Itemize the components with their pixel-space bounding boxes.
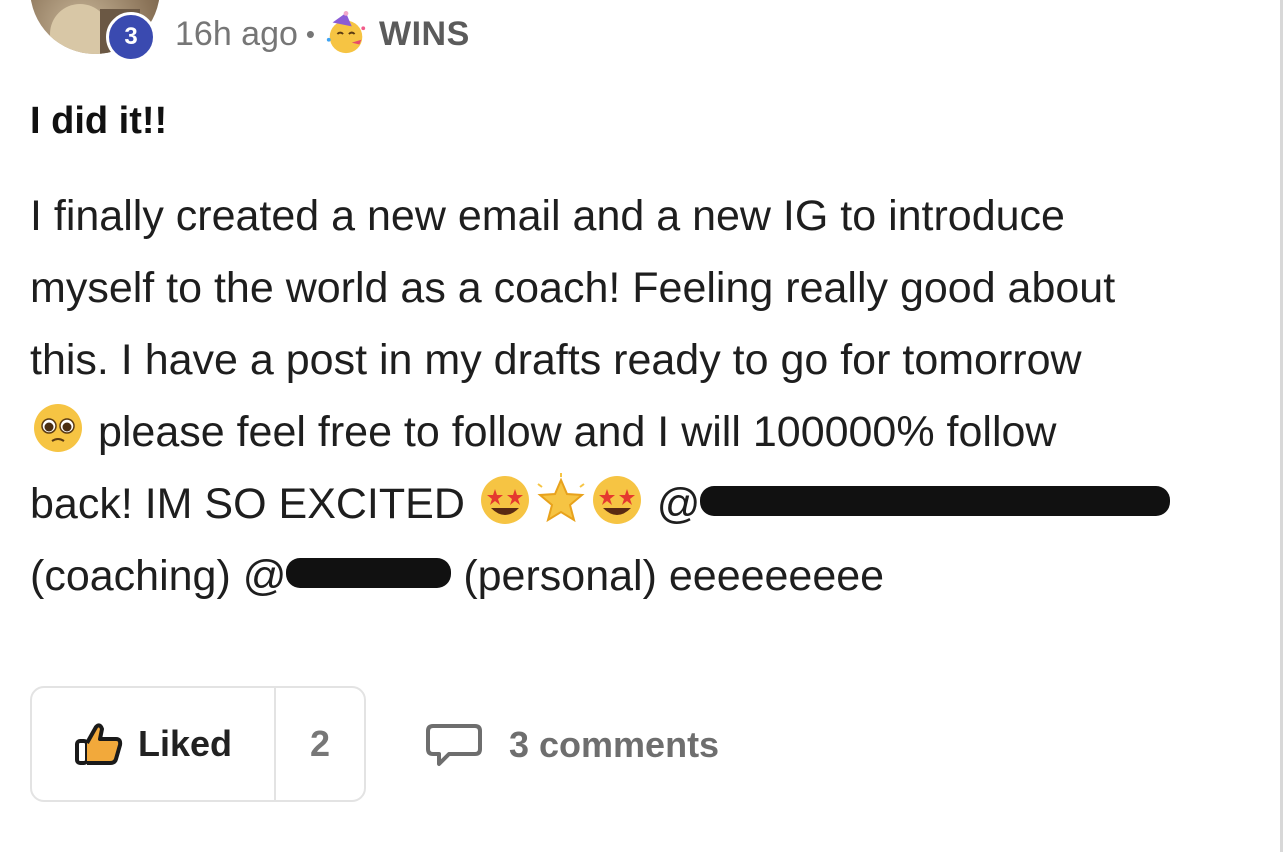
body-line-6b-text: (personal) eeeeeeeee bbox=[463, 552, 885, 600]
mention-coaching[interactable]: @ bbox=[657, 468, 1171, 540]
like-count[interactable]: 2 bbox=[276, 688, 364, 800]
like-group: Liked 2 bbox=[30, 686, 366, 802]
level-badge: 3 bbox=[106, 12, 156, 62]
comments-button[interactable]: 3 comments bbox=[425, 722, 719, 768]
comment-icon bbox=[426, 724, 482, 766]
post-card: 3 16h ago • WINS I did it!! I finally cr… bbox=[0, 0, 1283, 852]
star-struck-icon bbox=[480, 476, 529, 524]
redacted-handle bbox=[700, 486, 1171, 516]
body-line-4-text: please feel free to follow and I will 10… bbox=[97, 408, 1057, 456]
body-line-4: please feel free to follow and I will 10… bbox=[30, 396, 1260, 468]
post-time: 16h ago bbox=[175, 14, 298, 53]
body-line-6a-text: (coaching) bbox=[30, 552, 231, 600]
glowing-star-icon bbox=[537, 473, 585, 523]
body-line-2: myself to the world as a coach! Feeling … bbox=[30, 264, 1116, 312]
star-struck-icon bbox=[592, 476, 641, 524]
like-button[interactable]: Liked bbox=[32, 688, 276, 800]
post-title[interactable]: I did it!! bbox=[30, 100, 167, 143]
body-line-5: back! IM SO EXCITED @ bbox=[30, 468, 1260, 540]
mention-personal[interactable]: @ bbox=[243, 540, 452, 612]
post-meta: 16h ago • WINS bbox=[175, 11, 470, 56]
party-face-icon bbox=[326, 11, 366, 54]
meta-separator: • bbox=[305, 18, 316, 49]
post-body: I finally created a new email and a new … bbox=[30, 180, 1260, 612]
body-line-3: this. I have a post in my drafts ready t… bbox=[30, 336, 1082, 384]
mention-at: @ bbox=[656, 480, 701, 528]
thumbs-up-icon bbox=[74, 723, 123, 765]
comments-label: 3 comments bbox=[509, 724, 720, 765]
pleading-face-icon bbox=[34, 404, 82, 452]
mention-at: @ bbox=[242, 552, 287, 600]
redacted-handle bbox=[286, 558, 452, 588]
body-line-5-text: back! IM SO EXCITED bbox=[30, 480, 465, 528]
category-tag[interactable]: WINS bbox=[379, 15, 470, 54]
like-label: Liked bbox=[137, 723, 233, 764]
body-line-1: I finally created a new email and a new … bbox=[30, 192, 1065, 240]
body-line-6: (coaching) @ (personal) eeeeeeeee bbox=[30, 540, 1260, 612]
